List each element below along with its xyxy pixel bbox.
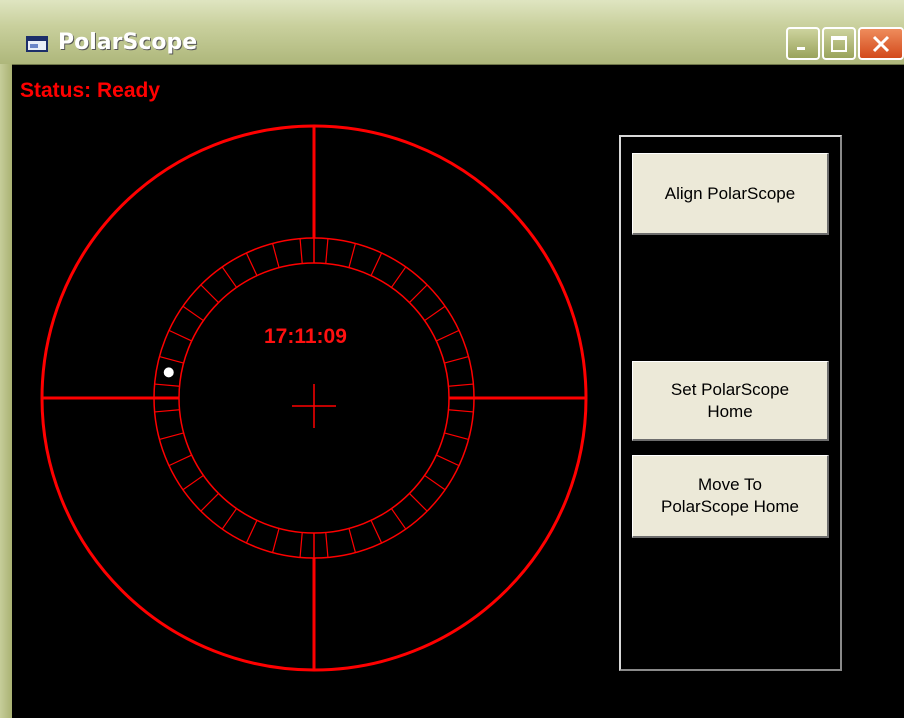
ring-divider bbox=[448, 409, 474, 413]
ring-divider bbox=[348, 528, 356, 553]
set-polarscope-home-button[interactable]: Set PolarScope Home bbox=[632, 361, 829, 441]
ring-divider bbox=[221, 266, 238, 288]
ring-divider bbox=[182, 305, 204, 322]
ring-divider bbox=[436, 454, 460, 467]
ring-divider bbox=[154, 383, 180, 387]
ring-divider bbox=[168, 454, 192, 467]
set-home-button-label: Set PolarScope Home bbox=[670, 379, 790, 421]
ring-divider bbox=[200, 284, 219, 303]
ring-divider bbox=[390, 266, 407, 288]
ring-divider bbox=[272, 243, 280, 268]
polaris-marker bbox=[163, 367, 174, 378]
ring-divider bbox=[444, 432, 469, 440]
ring-divider bbox=[168, 329, 192, 342]
ring-divider bbox=[348, 243, 356, 268]
ring-divider bbox=[436, 329, 460, 342]
ring-divider bbox=[370, 252, 383, 276]
ring-divider bbox=[390, 508, 407, 530]
move-to-polarscope-home-button[interactable]: Move To PolarScope Home bbox=[632, 455, 829, 538]
align-button-label: Align PolarScope bbox=[664, 183, 796, 203]
ring-divider bbox=[299, 238, 303, 264]
ring-divider bbox=[221, 508, 238, 530]
ring-divider bbox=[409, 284, 428, 303]
hour-angle-clock: 17:11:09 bbox=[264, 325, 347, 348]
ring-divider bbox=[448, 383, 474, 387]
ring-divider bbox=[409, 493, 428, 512]
ring-divider bbox=[182, 474, 204, 491]
polarscope-window: PolarScope Status: Ready 17:11:09 Align … bbox=[0, 0, 904, 718]
ring-divider bbox=[325, 238, 329, 264]
ring-divider bbox=[444, 356, 469, 364]
ring-divider bbox=[245, 252, 258, 276]
ring-divider bbox=[245, 520, 258, 544]
ring-divider bbox=[272, 528, 280, 553]
ring-divider bbox=[159, 356, 184, 364]
ring-divider bbox=[154, 409, 180, 413]
ring-divider bbox=[370, 520, 383, 544]
align-polarscope-button[interactable]: Align PolarScope bbox=[632, 153, 829, 235]
ring-divider bbox=[200, 493, 219, 512]
ring-divider bbox=[424, 305, 446, 322]
ring-divider bbox=[299, 532, 303, 558]
ring-divider bbox=[159, 432, 184, 440]
move-home-button-label: Move To PolarScope Home bbox=[661, 475, 799, 516]
ring-divider bbox=[424, 474, 446, 491]
ring-divider bbox=[325, 532, 329, 558]
